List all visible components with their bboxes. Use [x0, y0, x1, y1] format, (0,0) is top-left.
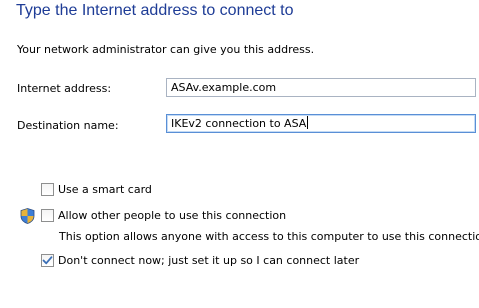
- intro-text: Your network administrator can give you …: [17, 43, 315, 56]
- smart-card-checkbox[interactable]: [41, 183, 54, 196]
- checkmark-icon: [42, 256, 53, 265]
- destination-name-label: Destination name:: [17, 119, 119, 132]
- allow-others-option[interactable]: Allow other people to use this connectio…: [41, 209, 286, 222]
- internet-address-value: ASAv.example.com: [171, 81, 277, 94]
- destination-name-value: IKEv2 connection to ASA: [171, 117, 307, 130]
- uac-shield-icon: [20, 208, 35, 224]
- allow-others-checkbox[interactable]: [41, 209, 54, 222]
- page-heading: Type the Internet address to connect to: [16, 2, 294, 19]
- destination-name-field[interactable]: IKEv2 connection to ASA: [166, 114, 476, 133]
- allow-others-label[interactable]: Allow other people to use this connectio…: [58, 209, 286, 222]
- internet-address-label: Internet address:: [17, 82, 112, 95]
- dont-connect-label[interactable]: Don't connect now; just set it up so I c…: [58, 254, 359, 267]
- text-caret: [307, 116, 309, 129]
- smart-card-option[interactable]: Use a smart card: [41, 183, 152, 196]
- smart-card-label[interactable]: Use a smart card: [58, 183, 152, 196]
- internet-address-field[interactable]: ASAv.example.com: [166, 78, 476, 97]
- dont-connect-checkbox[interactable]: [41, 254, 54, 267]
- allow-others-description: This option allows anyone with access to…: [59, 230, 479, 243]
- dont-connect-option[interactable]: Don't connect now; just set it up so I c…: [41, 254, 359, 267]
